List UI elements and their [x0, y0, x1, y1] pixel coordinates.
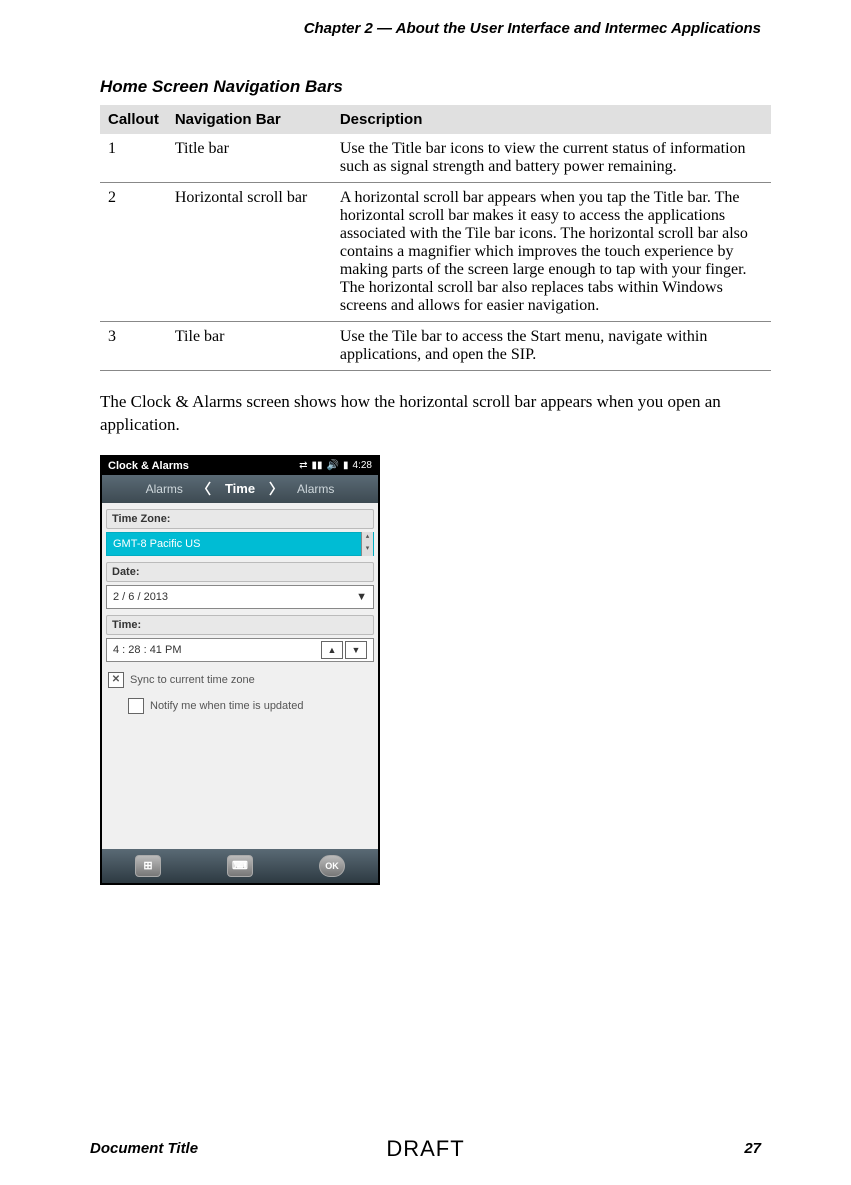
draft-watermark: DRAFT	[386, 1136, 464, 1162]
volume-icon: 🔊	[327, 460, 339, 471]
tile-bar[interactable]: ⊞ ⌨ OK	[102, 849, 378, 883]
spin-up-icon[interactable]: ▲	[321, 641, 343, 659]
table-row: 3 Tile bar Use the Tile bar to access th…	[100, 322, 771, 371]
time-value: 4 : 28 : 41 PM	[113, 644, 181, 656]
col-callout: Callout	[100, 105, 167, 134]
cell-callout: 2	[100, 183, 167, 322]
connectivity-icon: ⇄	[299, 460, 307, 471]
chapter-header: Chapter 2 — About the User Interface and…	[90, 20, 761, 37]
clock-text: 4:28	[353, 460, 372, 471]
page-number: 27	[744, 1140, 761, 1157]
ok-button[interactable]: OK	[319, 855, 345, 877]
scroll-right-label: Alarms	[297, 482, 334, 496]
col-navbar: Navigation Bar	[167, 105, 332, 134]
body-paragraph: The Clock & Alarms screen shows how the …	[100, 391, 761, 437]
cell-name: Title bar	[167, 134, 332, 183]
col-description: Description	[332, 105, 771, 134]
battery-icon: ▮	[343, 460, 349, 471]
scroll-center-label: Time	[225, 481, 255, 496]
cell-desc: Use the Title bar icons to view the curr…	[332, 134, 771, 183]
chevron-right-icon[interactable]: 〉	[269, 479, 283, 499]
date-field[interactable]: 2 / 6 / 2013 ▼	[106, 585, 374, 609]
timezone-scrollbar[interactable]: ▴▾	[361, 532, 373, 556]
cell-desc: A horizontal scroll bar appears when you…	[332, 183, 771, 322]
device-screenshot: Clock & Alarms ⇄ ▮▮ 🔊 ▮ 4:28 Alarms 〈 Ti…	[100, 455, 380, 885]
section-title: Home Screen Navigation Bars	[100, 77, 761, 97]
chevron-left-icon[interactable]: 〈	[197, 479, 211, 499]
spin-down-icon[interactable]: ▼	[345, 641, 367, 659]
sync-checkbox[interactable]	[108, 672, 124, 688]
date-value: 2 / 6 / 2013	[113, 591, 168, 603]
device-body: Time Zone: GMT-8 Pacific US ▴▾ Date: 2 /…	[102, 503, 378, 849]
keyboard-icon[interactable]: ⌨	[227, 855, 253, 877]
timezone-select[interactable]: GMT-8 Pacific US ▴▾	[106, 532, 374, 556]
start-icon[interactable]: ⊞	[135, 855, 161, 877]
table-row: 1 Title bar Use the Title bar icons to v…	[100, 134, 771, 183]
cell-name: Tile bar	[167, 322, 332, 371]
notify-checkbox[interactable]	[128, 698, 144, 714]
cell-callout: 3	[100, 322, 167, 371]
timezone-label: Time Zone:	[106, 509, 374, 529]
footer-doc-title: Document Title	[90, 1140, 198, 1157]
time-field[interactable]: 4 : 28 : 41 PM ▲ ▼	[106, 638, 374, 662]
horizontal-scroll-bar[interactable]: Alarms 〈 Time 〉 Alarms	[102, 475, 378, 503]
device-title-bar[interactable]: Clock & Alarms ⇄ ▮▮ 🔊 ▮ 4:28	[102, 457, 378, 475]
navigation-bars-table: Callout Navigation Bar Description 1 Tit…	[100, 105, 771, 371]
sync-label: Sync to current time zone	[130, 674, 255, 686]
table-row: 2 Horizontal scroll bar A horizontal scr…	[100, 183, 771, 322]
cell-desc: Use the Tile bar to access the Start men…	[332, 322, 771, 371]
time-label: Time:	[106, 615, 374, 635]
date-label: Date:	[106, 562, 374, 582]
notify-label: Notify me when time is updated	[150, 700, 303, 712]
scroll-left-label: Alarms	[146, 482, 183, 496]
page-footer: Document Title DRAFT 27	[90, 1140, 761, 1157]
cell-name: Horizontal scroll bar	[167, 183, 332, 322]
timezone-value: GMT-8 Pacific US	[113, 538, 200, 550]
cell-callout: 1	[100, 134, 167, 183]
device-app-title: Clock & Alarms	[108, 460, 189, 472]
dropdown-icon[interactable]: ▼	[356, 591, 367, 603]
signal-icon: ▮▮	[312, 460, 323, 471]
